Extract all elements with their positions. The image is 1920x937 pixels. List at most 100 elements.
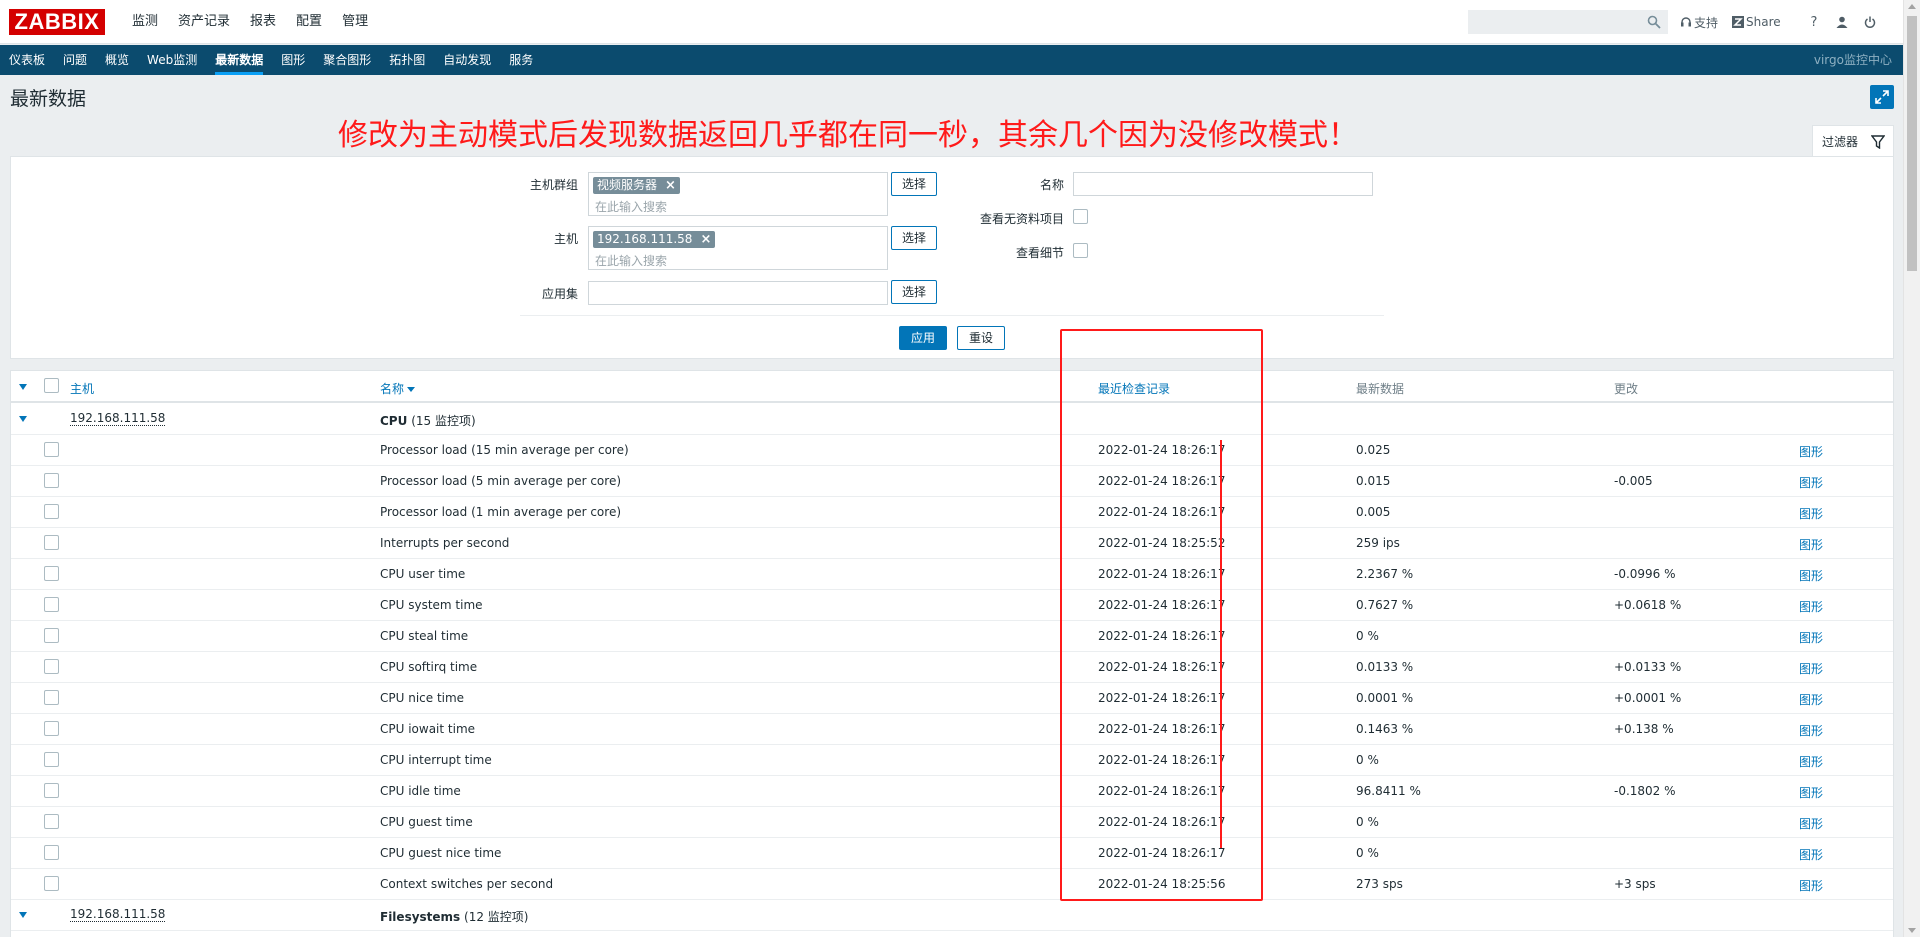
row-checkbox[interactable] [44, 845, 59, 860]
search-icon[interactable] [1647, 15, 1661, 29]
main-menu: 监测 资产记录 报表 配置 管理 [122, 0, 378, 44]
scroll-down-arrow[interactable] [1908, 928, 1916, 933]
row-checkbox[interactable] [44, 814, 59, 829]
graph-link[interactable]: 图形 [1799, 722, 1823, 739]
item-name: CPU interrupt time [380, 753, 492, 767]
funnel-icon [1871, 135, 1885, 149]
row-checkbox[interactable] [44, 721, 59, 736]
vertical-scrollbar[interactable] [1903, 0, 1920, 937]
subnav-discovery[interactable]: 自动发现 [434, 45, 500, 75]
application-select-button[interactable]: 选择 [891, 280, 938, 304]
remove-chip-icon[interactable]: × [665, 177, 676, 194]
host-search-input[interactable]: 在此输入搜索 [595, 252, 667, 269]
graph-link[interactable]: 图形 [1799, 846, 1823, 863]
host-name[interactable]: 192.168.111.58 [70, 908, 166, 922]
sub-navigation: 仪表板 问题 概览 Web监测 最新数据 图形 聚合图形 拓扑图 自动发现 服务… [0, 45, 1903, 75]
graph-link[interactable]: 图形 [1799, 660, 1823, 677]
graph-link[interactable]: 图形 [1799, 629, 1823, 646]
subnav-overview[interactable]: 概览 [96, 45, 138, 75]
item-name: Interrupts per second [380, 536, 510, 550]
column-name[interactable]: 名称 [380, 380, 416, 397]
row-checkbox[interactable] [44, 597, 59, 612]
host-group-multiselect[interactable]: 视频服务器 × 在此输入搜索 [588, 172, 888, 216]
collapse-all-toggle[interactable] [19, 384, 27, 390]
menu-reports[interactable]: 报表 [240, 0, 286, 44]
row-checkbox[interactable] [44, 752, 59, 767]
row-checkbox[interactable] [44, 535, 59, 550]
row-checkbox[interactable] [44, 690, 59, 705]
row-checkbox[interactable] [44, 473, 59, 488]
show-details-checkbox[interactable] [1073, 243, 1088, 258]
table-row: CPU guest time 2022-01-24 18:26:17 0 % 图形 [11, 807, 1893, 838]
name-input[interactable] [1073, 172, 1373, 196]
row-checkbox[interactable] [44, 783, 59, 798]
row-checkbox[interactable] [44, 659, 59, 674]
row-checkbox[interactable] [44, 566, 59, 581]
row-checkbox[interactable] [44, 876, 59, 891]
row-checkbox[interactable] [44, 628, 59, 643]
graph-link[interactable]: 图形 [1799, 598, 1823, 615]
graph-link[interactable]: 图形 [1799, 877, 1823, 894]
host-multiselect[interactable]: 192.168.111.58 × 在此输入搜索 [588, 226, 888, 270]
filter-tab[interactable]: 过滤器 [1812, 125, 1894, 157]
subnav-maps[interactable]: 拓扑图 [380, 45, 434, 75]
graph-link[interactable]: 图形 [1799, 567, 1823, 584]
graph-link[interactable]: 图形 [1799, 536, 1823, 553]
column-host[interactable]: 主机 [70, 380, 94, 397]
subnav-latest-data[interactable]: 最新数据 [206, 45, 272, 75]
host-select-button[interactable]: 选择 [891, 226, 938, 250]
graph-link[interactable]: 图形 [1799, 691, 1823, 708]
support-link[interactable]: 支持 [1680, 14, 1718, 31]
headset-icon [1681, 17, 1691, 27]
subnav-web[interactable]: Web监测 [138, 45, 206, 75]
item-name: CPU system time [380, 598, 483, 612]
collapse-group-toggle[interactable] [19, 912, 27, 918]
name-label: 名称 [1039, 178, 1064, 192]
host-group-select-button[interactable]: 选择 [891, 172, 938, 196]
change-value: +0.138 % [1614, 722, 1674, 736]
subnav-screens[interactable]: 聚合图形 [314, 45, 380, 75]
graph-link[interactable]: 图形 [1799, 815, 1823, 832]
application-input[interactable] [588, 281, 888, 305]
scrollbar-thumb[interactable] [1907, 16, 1917, 271]
graph-link[interactable]: 图形 [1799, 753, 1823, 770]
subnav-problems[interactable]: 问题 [54, 45, 96, 75]
menu-inventory[interactable]: 资产记录 [168, 0, 240, 44]
global-search-input[interactable] [1469, 11, 1639, 33]
host-chip: 192.168.111.58 × [593, 231, 716, 248]
table-row: CPU user time 2022-01-24 18:26:17 2.2367 %… [11, 559, 1893, 590]
subnav-services[interactable]: 服务 [500, 45, 542, 75]
apply-button[interactable]: 应用 [899, 326, 947, 350]
row-checkbox[interactable] [44, 442, 59, 457]
remove-chip-icon[interactable]: × [700, 231, 711, 248]
host-label: 主机 [553, 232, 578, 246]
graph-link[interactable]: 图形 [1799, 505, 1823, 522]
user-profile-icon[interactable] [1828, 8, 1856, 36]
menu-monitoring[interactable]: 监测 [122, 0, 168, 44]
host-name[interactable]: 192.168.111.58 [70, 412, 166, 426]
table-header: 主机 名称 最近检查记录 最新数据 更改 [11, 371, 1893, 403]
item-name: CPU steal time [380, 629, 469, 643]
select-all-checkbox[interactable] [44, 378, 59, 393]
scroll-up-arrow[interactable] [1908, 4, 1916, 9]
show-items-without-data-checkbox[interactable] [1073, 209, 1088, 224]
help-icon[interactable]: ? [1800, 8, 1828, 36]
host-group-search-input[interactable]: 在此输入搜索 [595, 198, 667, 215]
graph-link[interactable]: 图形 [1799, 784, 1823, 801]
reset-button[interactable]: 重设 [957, 326, 1005, 350]
subnav-graphs[interactable]: 图形 [272, 45, 314, 75]
row-checkbox[interactable] [44, 504, 59, 519]
graph-link[interactable]: 图形 [1799, 474, 1823, 491]
menu-configuration[interactable]: 配置 [286, 0, 332, 44]
sign-out-icon[interactable] [1856, 8, 1884, 36]
collapse-group-toggle[interactable] [19, 416, 27, 422]
application-name: Filesystems (12 监控项) [380, 910, 529, 924]
host-group-row: 192.168.111.58 CPU (15 监控项) [11, 404, 1893, 435]
share-link[interactable]: Share [1732, 15, 1781, 29]
fullscreen-button[interactable] [1870, 85, 1894, 109]
menu-administration[interactable]: 管理 [332, 0, 378, 44]
graph-link[interactable]: 图形 [1799, 443, 1823, 460]
zabbix-logo[interactable]: ZABBIX [9, 9, 105, 35]
subnav-dashboard[interactable]: 仪表板 [0, 45, 54, 75]
last-value: 0.7627 % [1356, 598, 1414, 612]
